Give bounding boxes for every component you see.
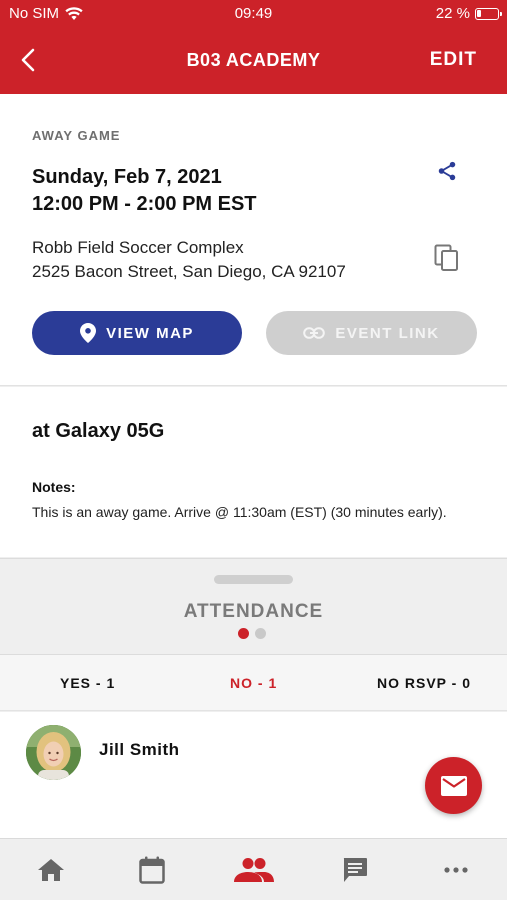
app-header: No SIM 09:49 22 % B03 ACADEMY EDIT — [0, 0, 507, 94]
map-pin-icon — [80, 323, 97, 343]
drag-handle[interactable] — [214, 575, 293, 584]
battery-icon — [475, 7, 502, 20]
event-link-label: EVENT LINK — [335, 324, 440, 342]
nav-calendar[interactable] — [136, 854, 168, 886]
venue-name: Robb Field Soccer Complex — [32, 238, 244, 257]
team-icon — [234, 858, 274, 882]
more-icon — [444, 867, 468, 873]
event-type-label: AWAY GAME — [32, 128, 121, 143]
view-map-button[interactable]: VIEW MAP — [32, 311, 242, 355]
share-icon[interactable] — [436, 160, 458, 182]
battery-cap — [500, 11, 502, 16]
battery-indicator: 22 % — [435, 5, 502, 22]
rsvp-tabs: YES - 1 NO - 1 NO RSVP - 0 — [0, 654, 507, 711]
attendance-title: ATTENDANCE — [183, 601, 324, 622]
avatar-photo — [26, 725, 81, 780]
link-icon — [303, 327, 326, 339]
nav-more[interactable] — [440, 854, 472, 886]
event-venue: Robb Field Soccer Complex 2525 Bacon Str… — [32, 236, 346, 284]
home-icon — [38, 859, 64, 881]
bottom-nav — [0, 838, 507, 900]
status-bar: No SIM 09:49 22 % — [0, 0, 507, 28]
nav-team[interactable] — [234, 854, 274, 886]
mail-icon — [440, 775, 467, 796]
calendar-icon — [139, 856, 165, 884]
nav-bar: B03 ACADEMY EDIT — [0, 36, 507, 84]
page-dot[interactable] — [255, 628, 266, 639]
nav-chat[interactable] — [339, 854, 371, 886]
view-map-label: VIEW MAP — [106, 324, 194, 342]
battery-fill — [477, 9, 481, 17]
tab-no-rsvp[interactable]: NO RSVP - 0 — [377, 675, 471, 691]
venue-address: 2525 Bacon Street, San Diego, CA 92107 — [32, 262, 346, 281]
notes-text: This is an away game. Arrive @ 11:30am (… — [32, 504, 447, 520]
copy-icon[interactable] — [434, 244, 460, 272]
event-date: Sunday, Feb 7, 2021 — [32, 166, 222, 188]
battery-percent: 22 % — [435, 5, 470, 22]
event-datetime: Sunday, Feb 7, 2021 12:00 PM - 2:00 PM E… — [32, 164, 257, 218]
notes-label: Notes: — [32, 479, 76, 495]
chat-icon — [343, 858, 367, 882]
tab-yes[interactable]: YES - 1 — [60, 675, 115, 691]
attendee-list: Jill Smith — [0, 712, 507, 838]
status-time: 09:49 — [234, 5, 273, 22]
page-indicator — [238, 628, 266, 639]
event-time-range: 12:00 PM - 2:00 PM EST — [32, 193, 257, 215]
attendance-sheet-header: ATTENDANCE — [0, 558, 507, 653]
tab-no[interactable]: NO - 1 — [230, 675, 277, 691]
event-link-button[interactable]: EVENT LINK — [266, 311, 477, 355]
avatar — [26, 725, 81, 780]
opponent-title: at Galaxy 05G — [32, 420, 165, 442]
event-info-card: AWAY GAME Sunday, Feb 7, 2021 12:00 PM -… — [0, 94, 507, 386]
attendee-name: Jill Smith — [99, 740, 180, 759]
edit-button[interactable]: EDIT — [430, 49, 477, 71]
nav-home[interactable] — [35, 854, 67, 886]
event-details-card: at Galaxy 05G Notes: This is an away gam… — [0, 387, 507, 557]
page-dot-active[interactable] — [238, 628, 249, 639]
message-fab[interactable] — [425, 757, 482, 814]
